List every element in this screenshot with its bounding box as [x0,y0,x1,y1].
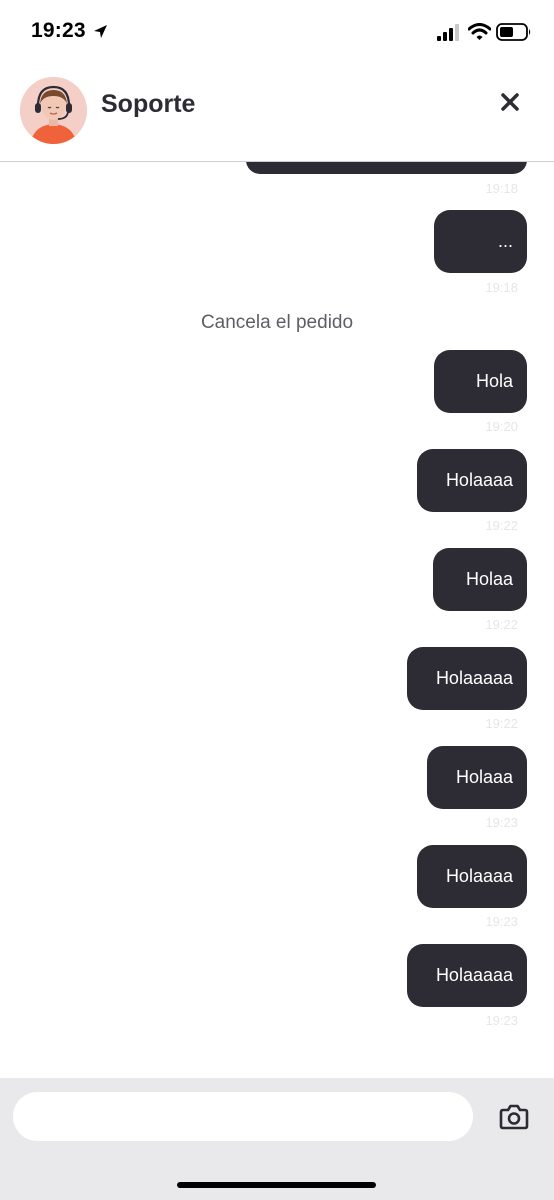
message-bubble: Holaaaa [417,845,527,908]
message-text: Holaaaaa [435,668,513,688]
message-text: Holaaaa [445,470,513,490]
close-icon[interactable] [496,88,524,116]
message-time: 19:23 [485,815,518,830]
status-time: 19:23 [31,19,86,42]
message-bubble: Holaaaa [417,449,527,512]
agent-avatar-icon [20,77,87,144]
message-text: Holaaa [455,767,513,787]
message-bubble: Holaa [433,548,527,611]
message-input[interactable] [13,1092,473,1141]
message-time: 19:23 [485,914,518,929]
message-bubble: Hola [434,350,527,413]
chat-title: Soporte [101,90,196,118]
message-time: 19:18 [485,280,518,295]
message-time: 19:22 [485,716,518,731]
composer-bar [0,1078,554,1200]
home-indicator [177,1182,376,1188]
message-time: 19:18 [485,181,518,196]
message-bubble: Holaaa [427,746,527,809]
message-time: 19:23 [485,1013,518,1028]
wifi-icon [468,23,491,40]
message-text: Holaaaa [445,866,513,886]
message-bubble: Holaaaaa [407,944,527,1007]
chat-header: Soporte [0,62,554,162]
message-list[interactable]: 19:18 ... 19:18 Cancela el pedido Hola 1… [0,162,554,1078]
camera-icon[interactable] [499,1103,529,1130]
message-bubble: Holaaaaa [407,647,527,710]
message-time: 19:22 [485,518,518,533]
message-text: ... [497,231,513,251]
message-time: 19:22 [485,617,518,632]
location-arrow-icon [94,25,107,38]
message-time: 19:20 [485,419,518,434]
message-bubble: ... [434,210,527,273]
avatar [20,77,87,144]
signal-icon [437,24,459,41]
message-text: Holaa [465,569,513,589]
message-text: Holaaaaa [435,965,513,985]
system-message: Cancela el pedido [200,312,354,333]
status-bar: 19:23 [0,0,554,62]
message-text: Hola [475,371,513,391]
message-bubble [246,162,527,174]
battery-icon [496,23,531,41]
